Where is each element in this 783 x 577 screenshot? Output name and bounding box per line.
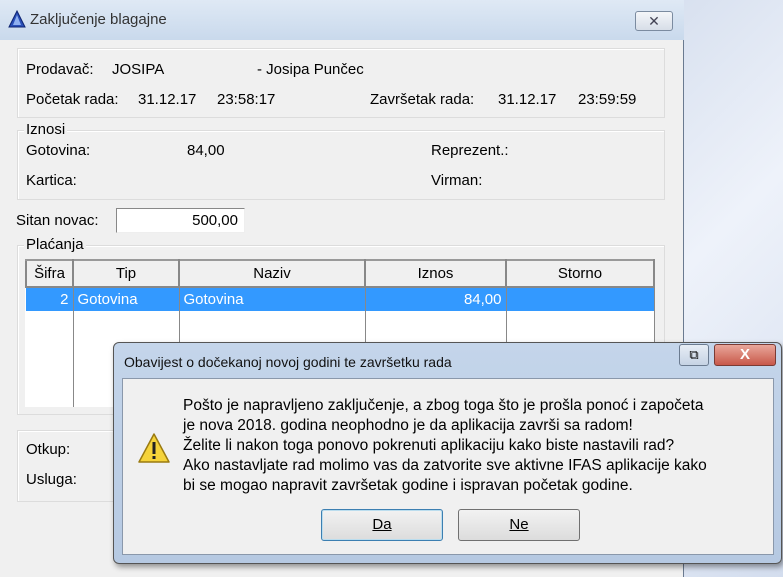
no-button[interactable]: Ne xyxy=(458,509,580,541)
seller-code: JOSIPA xyxy=(112,61,165,78)
end-label: Završetak rada: xyxy=(370,91,475,108)
amounts-panel xyxy=(17,130,665,200)
start-time: 23:58:17 xyxy=(217,91,276,108)
close-button[interactable]: ✕ xyxy=(635,11,673,31)
message-line: Želite li nakon toga ponovo pokrenuti ap… xyxy=(183,437,675,454)
buyout-label: Otkup: xyxy=(26,441,71,458)
yes-button[interactable]: Da xyxy=(321,509,443,541)
app-icon xyxy=(8,10,26,28)
restore-icon: ⧉ xyxy=(689,347,699,362)
dialog-title: Obavijest o dočekanoj novoj godini te za… xyxy=(124,354,452,370)
cell-iznos: 84,00 xyxy=(365,287,507,311)
restore-button[interactable]: ⧉ xyxy=(679,344,709,366)
cell-naziv: Gotovina xyxy=(179,287,366,311)
cell-sifra: 2 xyxy=(26,287,74,311)
service-label: Usluga: xyxy=(26,471,77,488)
small-change-label: Sitan novac: xyxy=(16,212,99,229)
amounts-title: Iznosi xyxy=(24,121,68,138)
message-line: Ako nastavljate rad molimo vas da zatvor… xyxy=(183,457,707,474)
yes-label: Da xyxy=(372,516,392,533)
warning-icon xyxy=(138,433,170,463)
message-line: Pošto je napravljeno zaključenje, a zbog… xyxy=(183,397,704,414)
window-title: Zaključenje blagajne xyxy=(30,11,167,28)
table-row[interactable]: 2 Gotovina Gotovina 84,00 xyxy=(26,287,655,311)
col-iznos[interactable]: Iznos xyxy=(364,259,507,288)
representation-label: Reprezent.: xyxy=(431,142,509,159)
no-label: Ne xyxy=(509,516,529,533)
cell-tip: Gotovina xyxy=(73,287,180,311)
message-line: bi se mogao napravit završetak godine i … xyxy=(183,477,633,494)
dialog-body: Pošto je napravljeno zaključenje, a zbog… xyxy=(122,378,774,555)
seller-label: Prodavač: xyxy=(26,61,94,78)
transfer-label: Virman: xyxy=(431,172,483,189)
title-bar: Zaključenje blagajne ✕ xyxy=(0,0,684,40)
col-naziv[interactable]: Naziv xyxy=(178,259,366,288)
start-date: 31.12.17 xyxy=(138,91,197,108)
end-time: 23:59:59 xyxy=(578,91,637,108)
message-line: je nova 2018. godina neophodno je da apl… xyxy=(183,417,633,434)
card-label: Kartica: xyxy=(26,172,77,189)
new-year-dialog: Obavijest o dočekanoj novoj godini te za… xyxy=(113,342,782,564)
seller-name: - Josipa Punčec xyxy=(257,61,364,78)
col-tip[interactable]: Tip xyxy=(72,259,180,288)
end-date: 31.12.17 xyxy=(498,91,557,108)
dialog-close-button[interactable]: X xyxy=(714,344,776,366)
cash-value: 84,00 xyxy=(187,142,225,159)
cash-label: Gotovina: xyxy=(26,142,91,159)
col-sifra[interactable]: Šifra xyxy=(25,259,74,288)
cell-storno xyxy=(506,287,655,311)
payments-title: Plaćanja xyxy=(24,236,86,253)
small-change-input[interactable]: 500,00 xyxy=(116,208,245,233)
dialog-message: Pošto je napravljeno zaključenje, a zbog… xyxy=(183,396,707,496)
start-label: Početak rada: xyxy=(26,91,119,108)
col-storno[interactable]: Storno xyxy=(505,259,655,288)
